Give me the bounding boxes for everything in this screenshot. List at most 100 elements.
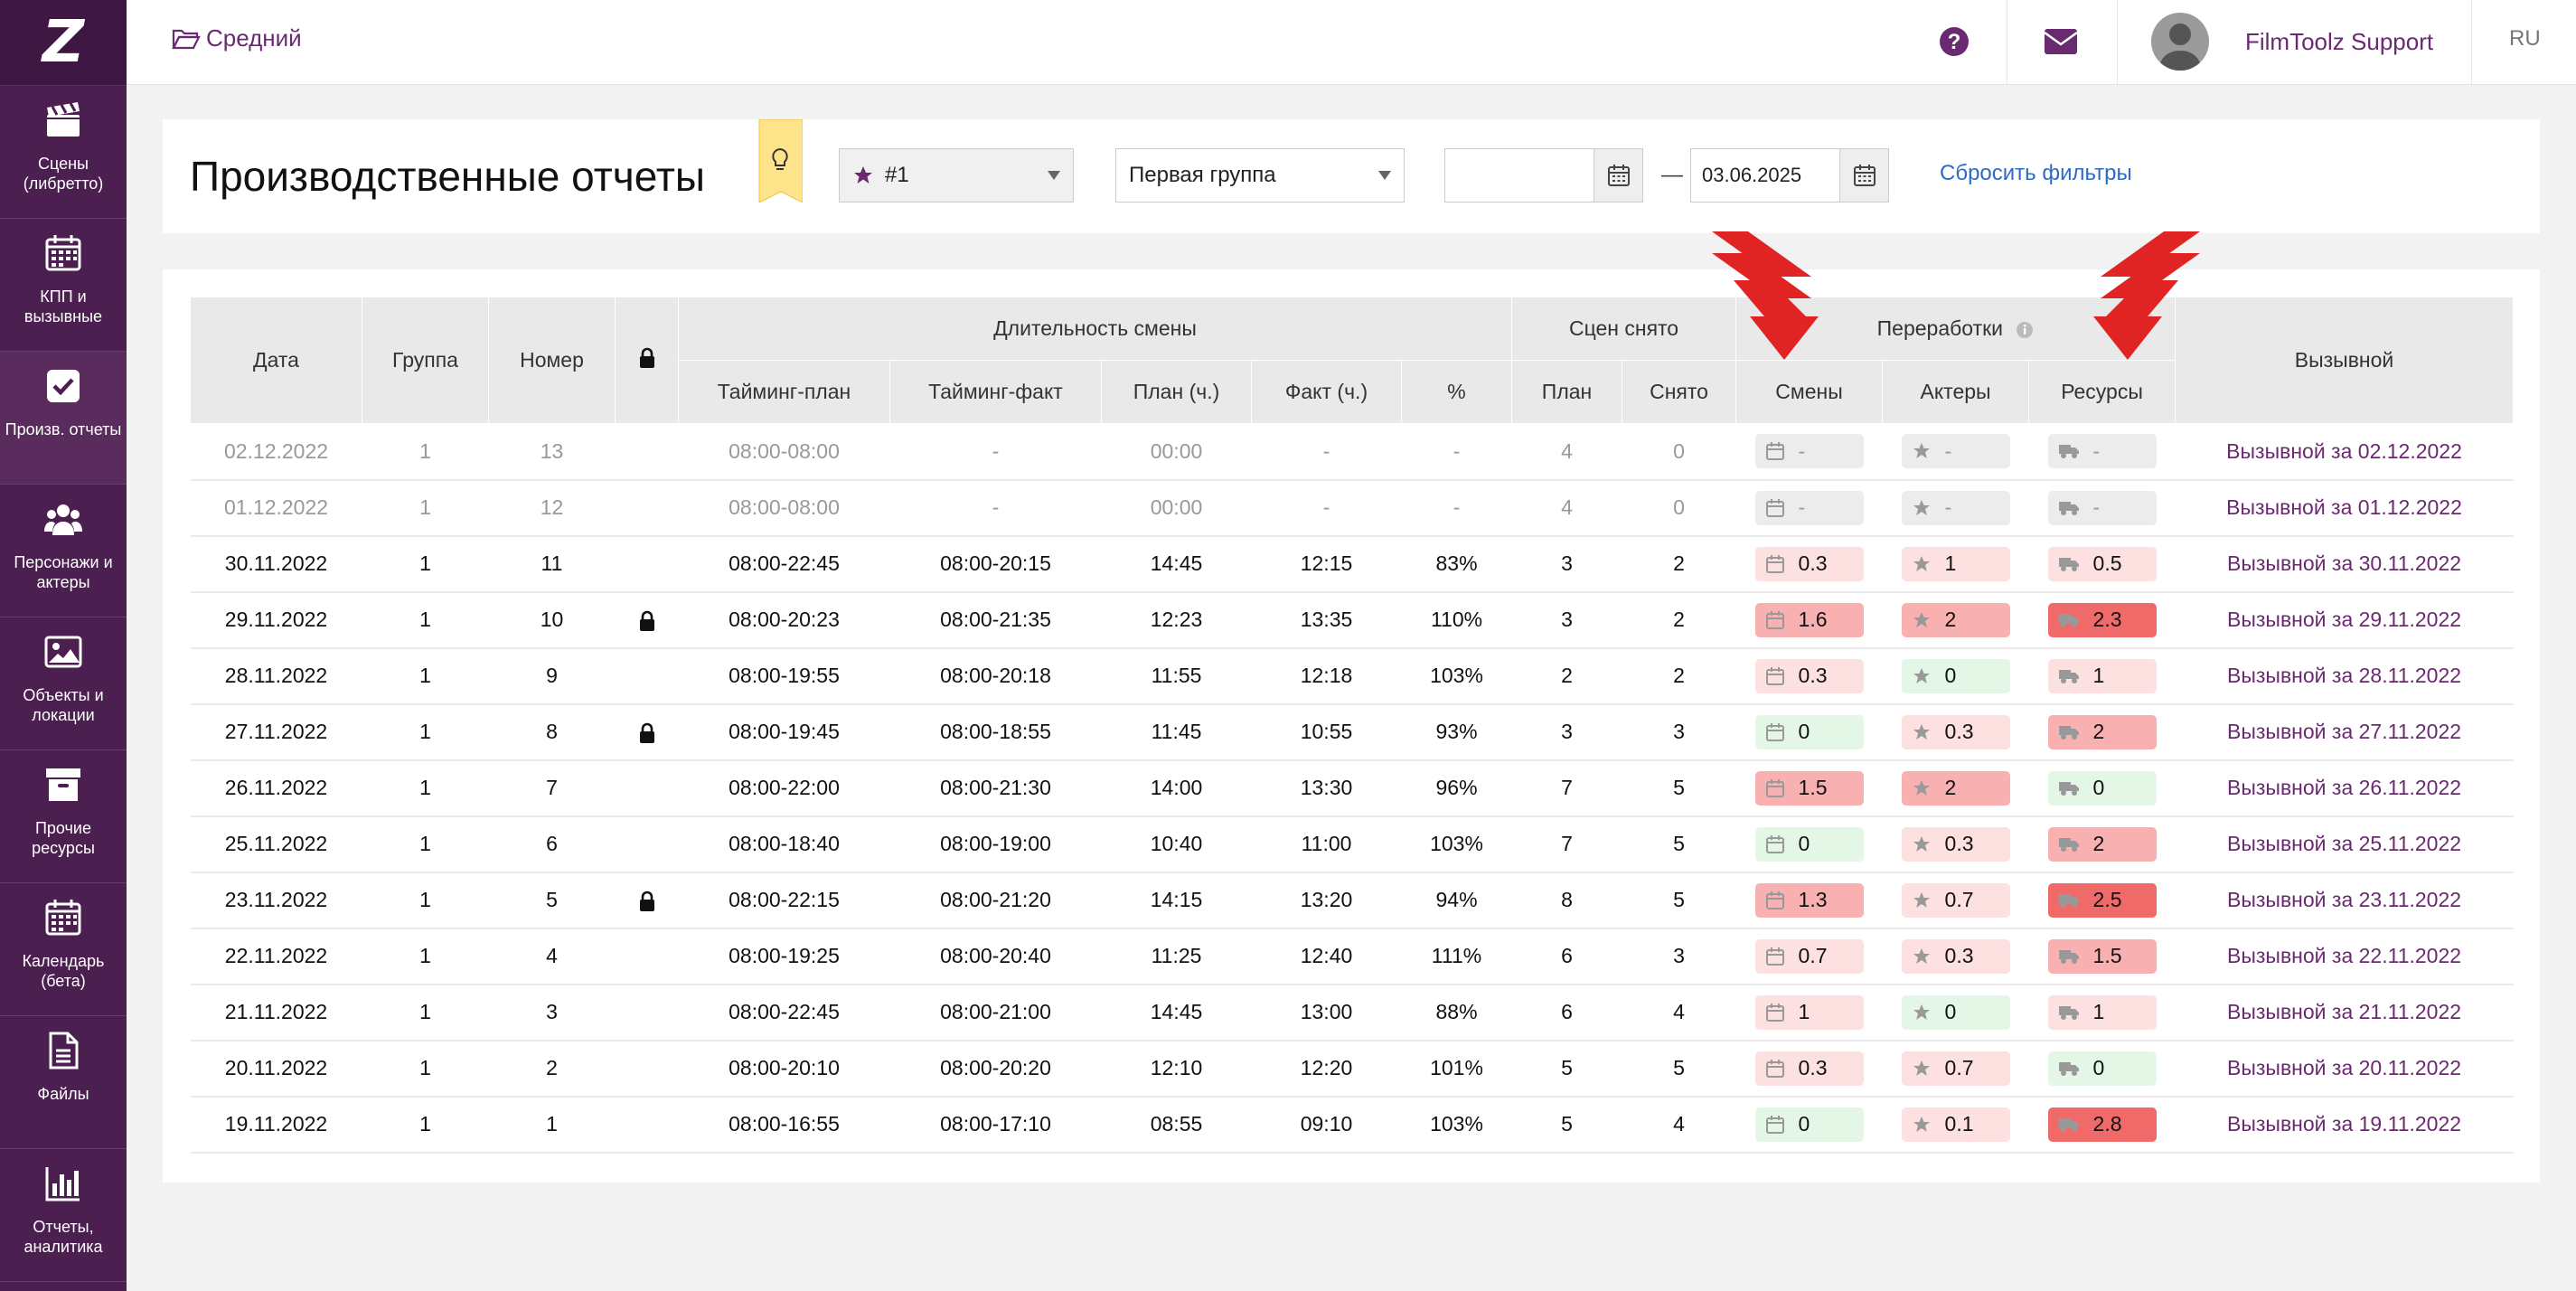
callsheet-link[interactable]: Вызывной за 21.11.2022: [2227, 1000, 2461, 1023]
overtime-cell: 2: [1882, 591, 2029, 649]
overtime-badge[interactable]: 2: [2047, 826, 2157, 862]
overtime-badge[interactable]: -: [2047, 490, 2157, 525]
overtime-badge[interactable]: 1: [2047, 658, 2157, 693]
help-icon[interactable]: ?: [1934, 22, 1974, 66]
sidebar-item[interactable]: КПП и вызывные: [0, 219, 127, 352]
overtime-badge[interactable]: 2.3: [2047, 602, 2157, 637]
sidebar-item[interactable]: Сцены (либретто): [0, 86, 127, 219]
overtime-badge[interactable]: 0.7: [1754, 938, 1864, 974]
overtime-badge[interactable]: -: [1754, 434, 1864, 469]
callsheet-link[interactable]: Вызывной за 30.11.2022: [2227, 551, 2461, 575]
cell-date: 30.11.2022: [190, 535, 362, 593]
app-logo[interactable]: Z: [0, 0, 127, 86]
sidebar-item[interactable]: Календарь (бета): [0, 883, 127, 1016]
cell-fact-hours: 09:10: [1251, 1096, 1402, 1154]
date-from-input[interactable]: [1444, 148, 1643, 203]
archive-icon: [43, 765, 83, 818]
overtime-badge[interactable]: 0.5: [2047, 546, 2157, 581]
overtime-badge[interactable]: -: [1901, 434, 2010, 469]
project-breadcrumb[interactable]: Средний: [172, 24, 302, 52]
overtime-badge[interactable]: 2: [1901, 770, 2010, 806]
overtime-badge[interactable]: 0.3: [1901, 826, 2010, 862]
overtime-badge[interactable]: 0: [1901, 994, 2010, 1030]
callsheet-link[interactable]: Вызывной за 26.11.2022: [2227, 776, 2461, 799]
cell-callsheet: Вызывной за 22.11.2022: [2175, 928, 2514, 985]
overtime-badge[interactable]: 0: [2047, 1051, 2157, 1086]
overtime-badge[interactable]: -: [1901, 490, 2010, 525]
calendar-icon: [1765, 891, 1784, 909]
cell-callsheet: Вызывной за 02.12.2022: [2175, 423, 2514, 481]
cell-timing-plan: 08:00-19:45: [678, 703, 890, 761]
cell-timing-fact: 08:00-21:20: [889, 872, 1102, 929]
cell-scenes-done: 4: [1622, 1096, 1736, 1154]
reset-filters-link[interactable]: Сбросить фильтры: [1940, 161, 2132, 186]
file-icon: [43, 1031, 83, 1084]
sidebar-item[interactable]: Файлы: [0, 1016, 127, 1149]
overtime-badge[interactable]: 0.3: [1901, 714, 2010, 749]
overtime-badge[interactable]: 1: [1754, 994, 1864, 1030]
user-menu[interactable]: FilmToolz Support: [2151, 13, 2433, 71]
tips-bookmark[interactable]: [757, 118, 804, 203]
callsheet-link[interactable]: Вызывной за 23.11.2022: [2227, 888, 2461, 911]
sidebar-item[interactable]: Персонажи и актеры: [0, 485, 127, 617]
calendar-icon[interactable]: [1839, 149, 1888, 202]
overtime-badge[interactable]: 1.5: [2047, 938, 2157, 974]
callsheet-link[interactable]: Вызывной за 19.11.2022: [2227, 1112, 2461, 1136]
overtime-badge[interactable]: 1.5: [1754, 770, 1864, 806]
overtime-badge[interactable]: 2.8: [2047, 1107, 2157, 1142]
overtime-badge[interactable]: -: [1754, 490, 1864, 525]
header-lock: [615, 297, 679, 424]
callsheet-link[interactable]: Вызывной за 01.12.2022: [2226, 495, 2462, 519]
overtime-badge[interactable]: 0.3: [1754, 1051, 1864, 1086]
callsheet-link[interactable]: Вызывной за 28.11.2022: [2227, 664, 2461, 687]
date-to-input[interactable]: 03.06.2025: [1690, 148, 1889, 203]
header-group[interactable]: Группа: [362, 297, 489, 424]
checkbox-icon: [43, 366, 83, 419]
overtime-badge[interactable]: 0.3: [1754, 546, 1864, 581]
overtime-badge[interactable]: 0: [1754, 1107, 1864, 1142]
overtime-badge[interactable]: 0.3: [1901, 938, 2010, 974]
callsheet-link[interactable]: Вызывной за 25.11.2022: [2227, 832, 2461, 855]
overtime-badge[interactable]: 0: [1754, 826, 1864, 862]
cell-scenes-done: 3: [1622, 703, 1736, 761]
overtime-badge[interactable]: 1: [1901, 546, 2010, 581]
overtime-badge[interactable]: 0.7: [1901, 1051, 2010, 1086]
sidebar-item[interactable]: Объекты и локации: [0, 617, 127, 750]
overtime-badge[interactable]: 1.3: [1754, 882, 1864, 918]
overtime-badge[interactable]: 2: [1901, 602, 2010, 637]
language-switch[interactable]: RU: [2509, 26, 2541, 52]
mail-icon[interactable]: [2041, 25, 2081, 62]
star-icon: [1913, 835, 1931, 853]
sidebar-item[interactable]: Произв. отчеты: [0, 352, 127, 485]
overtime-badge[interactable]: 0.3: [1754, 658, 1864, 693]
overtime-badge[interactable]: 1: [2047, 994, 2157, 1030]
group-select[interactable]: Первая группа: [1115, 148, 1405, 203]
overtime-badge[interactable]: -: [2047, 434, 2157, 469]
overtime-badge[interactable]: 0.7: [1901, 882, 2010, 918]
overtime-badge[interactable]: 0: [1901, 658, 2010, 693]
callsheet-link[interactable]: Вызывной за 29.11.2022: [2227, 608, 2461, 631]
sidebar-item[interactable]: Прочие ресурсы: [0, 750, 127, 883]
overtime-badge[interactable]: 1.6: [1754, 602, 1864, 637]
overtime-badge[interactable]: 0.1: [1901, 1107, 2010, 1142]
overtime-badge[interactable]: 2: [2047, 714, 2157, 749]
header-number[interactable]: Номер: [488, 297, 616, 424]
cell-timing-plan: 08:00-22:00: [678, 759, 890, 817]
callsheet-link[interactable]: Вызывной за 20.11.2022: [2227, 1056, 2461, 1079]
info-icon[interactable]: [2016, 321, 2034, 339]
cell-fact-hours: -: [1251, 479, 1402, 537]
overtime-badge[interactable]: 0: [1754, 714, 1864, 749]
overtime-badge[interactable]: 0: [2047, 770, 2157, 806]
header-overtime-actors: Актеры: [1882, 360, 2030, 424]
callsheet-link[interactable]: Вызывной за 27.11.2022: [2227, 720, 2461, 743]
cell-group: 1: [362, 759, 489, 817]
header-date[interactable]: Дата: [190, 297, 362, 424]
overtime-value: 0: [1798, 720, 1810, 743]
callsheet-link[interactable]: Вызывной за 22.11.2022: [2227, 944, 2461, 967]
sidebar-item[interactable]: Отчеты, аналитика: [0, 1149, 127, 1282]
callsheet-link[interactable]: Вызывной за 02.12.2022: [2226, 439, 2462, 463]
cell-number: 7: [488, 759, 616, 817]
unit-select[interactable]: #1: [839, 148, 1074, 203]
calendar-icon[interactable]: [1594, 149, 1642, 202]
overtime-badge[interactable]: 2.5: [2047, 882, 2157, 918]
